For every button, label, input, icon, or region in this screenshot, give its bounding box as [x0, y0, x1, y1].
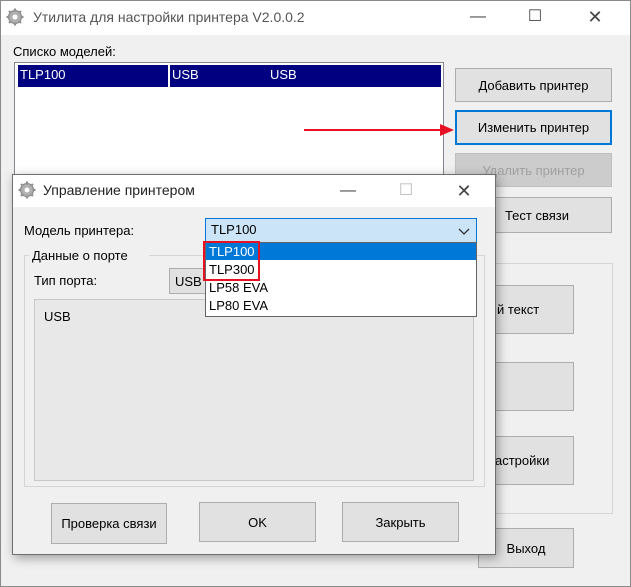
- model-label: Модель принтера:: [24, 223, 135, 238]
- minimize-icon[interactable]: —: [455, 2, 501, 32]
- dialog-maximize-icon[interactable]: ☐: [383, 176, 429, 206]
- close-icon[interactable]: ✕: [572, 2, 618, 32]
- dialog-minimize-icon[interactable]: —: [325, 176, 371, 206]
- text-button-label: й текст: [497, 302, 540, 317]
- ok-button[interactable]: OK: [199, 502, 316, 542]
- gear-icon: [6, 8, 24, 26]
- maximize-icon[interactable]: ☐: [512, 2, 558, 32]
- column-divider: [168, 65, 170, 87]
- annotation-highlight-box: [203, 241, 260, 281]
- port-groupbox-label: Данные о порте: [29, 248, 149, 264]
- settings-button-label: астройки: [495, 453, 550, 468]
- dropdown-option[interactable]: LP80 EVA: [209, 298, 409, 314]
- model-combobox-value: TLP100: [211, 222, 257, 237]
- dialog-close-icon[interactable]: ✕: [441, 176, 487, 206]
- check-connection-button[interactable]: Проверка связи: [51, 503, 167, 544]
- gear-icon: [18, 181, 36, 199]
- edit-printer-button[interactable]: Изменить принтер: [455, 110, 612, 145]
- main-window-title: Утилита для настройки принтера V2.0.0.2: [33, 9, 305, 25]
- models-label: Списко моделей:: [13, 44, 116, 59]
- dropdown-option[interactable]: LP58 EVA: [209, 280, 409, 296]
- close-button[interactable]: Закрыть: [342, 502, 459, 542]
- test-connection-label: Тест связи: [504, 207, 569, 223]
- model-row-name: TLP100: [20, 67, 66, 82]
- port-detail-text: USB: [44, 309, 71, 324]
- add-printer-button[interactable]: Добавить принтер: [455, 68, 612, 102]
- port-type-label: Тип порта:: [34, 273, 98, 288]
- model-row-port: USB: [172, 67, 199, 82]
- chevron-down-icon: [457, 225, 471, 235]
- annotation-arrow-icon: [302, 120, 454, 140]
- port-type-value: USB: [175, 273, 202, 289]
- model-row-type: USB: [270, 67, 297, 82]
- dialog-title: Управление принтером: [43, 182, 195, 198]
